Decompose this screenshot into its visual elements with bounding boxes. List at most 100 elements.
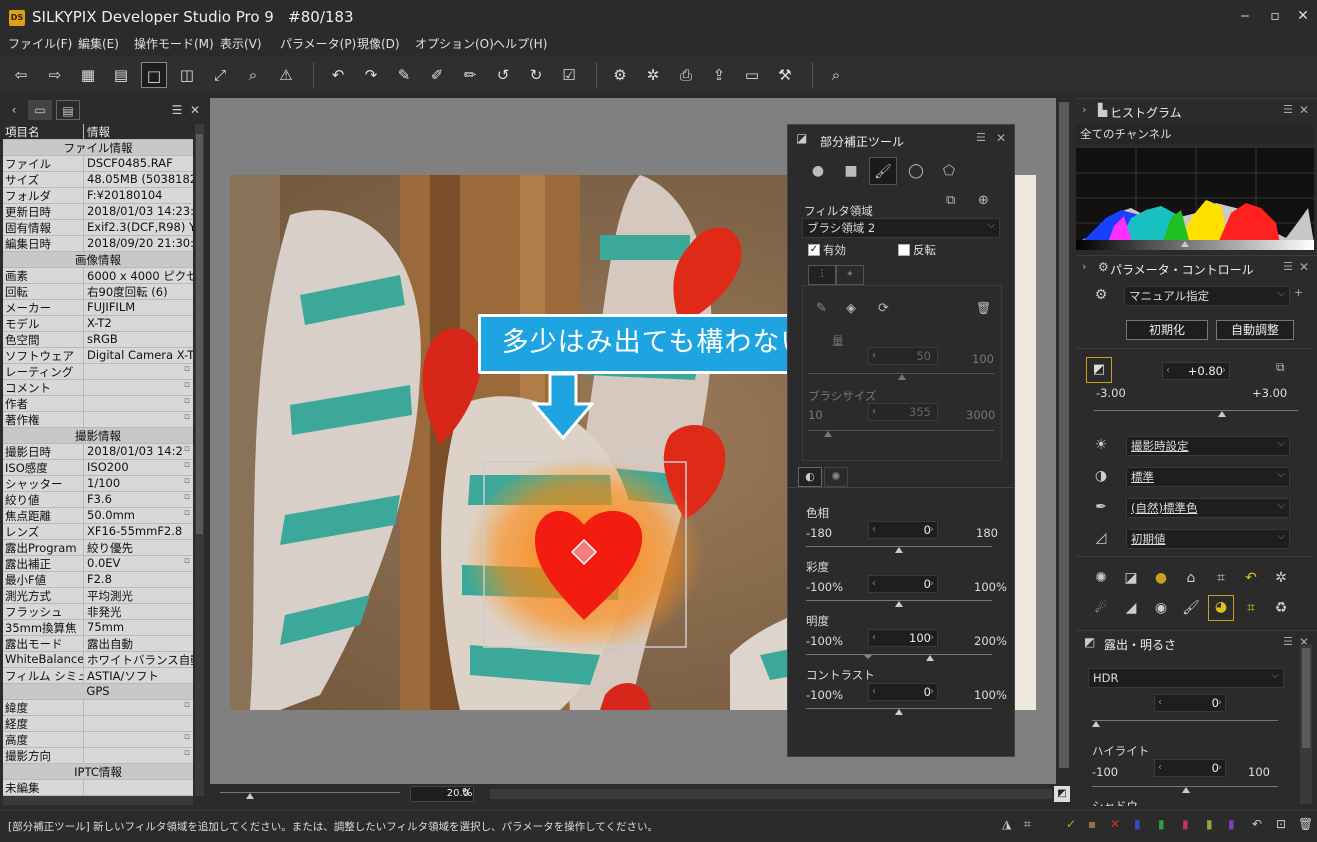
color-select[interactable]: (自然)標準色 xyxy=(1126,497,1290,518)
exposure-input[interactable]: ‹ +0.80 › xyxy=(1162,362,1230,380)
param-input[interactable]: ‹ 0 › xyxy=(868,521,938,539)
gradient-tool-icon[interactable]: ■ xyxy=(837,157,865,185)
menu-item[interactable]: パラメータ(P) xyxy=(280,35,356,52)
exposure-slider-knob[interactable] xyxy=(1218,411,1226,417)
tone-select[interactable]: 標準 xyxy=(1126,466,1290,487)
increment-icon[interactable]: › xyxy=(930,684,934,700)
menu-item[interactable]: 操作モード(M) xyxy=(134,35,214,52)
edit-field-icon[interactable]: ▫ xyxy=(184,396,190,406)
lock-icon[interactable]: ⊡ xyxy=(1276,817,1286,831)
list-view-icon[interactable]: ▤ xyxy=(108,62,134,88)
brightness-icon[interactable]: ✺ xyxy=(1090,567,1112,589)
partial-correction-icon[interactable]: ◕ xyxy=(1208,595,1234,621)
trash-icon[interactable]: 🗑 xyxy=(1298,817,1313,831)
exposure-slider-track[interactable] xyxy=(1094,410,1298,411)
param-input[interactable]: ‹ 0 › xyxy=(868,575,938,593)
info-row[interactable]: シャッター 1/100 ▫ xyxy=(3,476,193,492)
sharpness-select[interactable]: 初期値 xyxy=(1126,528,1290,549)
ellipse-tool-icon[interactable]: ◯ xyxy=(902,157,930,185)
info-row[interactable]: 更新日時 2018/01/03 14:23: xyxy=(3,204,193,220)
edit-field-icon[interactable]: ▫ xyxy=(184,492,190,502)
preview-hscrollbar[interactable] xyxy=(490,789,1052,799)
edit-field-icon[interactable]: ▫ xyxy=(184,444,190,454)
reset-params-icon[interactable]: ✏ xyxy=(457,62,483,88)
column-header-value[interactable]: 情報 xyxy=(84,124,193,139)
filter-area-select[interactable]: ブラシ領域 2 xyxy=(802,217,1000,238)
menu-item[interactable]: 現像(D) xyxy=(357,35,400,52)
info-row[interactable]: サイズ 48.05MB (5038182 xyxy=(3,172,193,188)
brush-icon[interactable]: 🖌 xyxy=(1180,597,1202,619)
panel-menu-icon[interactable]: ☰ xyxy=(1283,635,1293,648)
param-input[interactable]: ‹ 0 › xyxy=(868,683,938,701)
highlight-input[interactable]: ‹ 0 › xyxy=(1154,759,1226,777)
decrement-icon[interactable]: ‹ xyxy=(872,522,876,538)
compare-view-icon[interactable]: ◫ xyxy=(174,62,200,88)
collapse-arrow-icon[interactable]: ‹ xyxy=(2,100,26,120)
exposure-reset-icon[interactable]: ⧉ xyxy=(1276,360,1285,375)
brush-size-slider-knob[interactable] xyxy=(824,431,832,437)
info-row[interactable]: 焦点距離 50.0mm ▫ xyxy=(3,508,193,524)
info-row[interactable]: 高度 ▫ xyxy=(3,732,193,748)
info-row[interactable]: 露出Program 絞り優先 xyxy=(3,540,193,556)
crop-frame-icon[interactable]: ⌗ xyxy=(1210,567,1232,589)
menu-item[interactable]: ヘルプ(H) xyxy=(493,35,547,52)
dropper-icon[interactable]: ⌂ xyxy=(1180,567,1202,589)
highlight-slider-knob[interactable] xyxy=(1182,787,1190,793)
info-row[interactable]: ISO感度 ISO200 ▫ xyxy=(3,460,193,476)
rotate-right-icon[interactable]: ↻ xyxy=(523,62,549,88)
preview-view-icon[interactable]: □ xyxy=(141,62,167,88)
preview-vscroll-thumb[interactable] xyxy=(1059,102,1069,768)
slider-mode-tab-icon[interactable]: ⫶ xyxy=(808,265,836,285)
info-row[interactable]: レーティング ▫ xyxy=(3,364,193,380)
batch-develop-icon[interactable]: ✲ xyxy=(640,62,666,88)
redo-icon[interactable]: ↷ xyxy=(358,62,384,88)
info-row[interactable]: ソフトウェア Digital Camera X-T xyxy=(3,348,193,364)
maximize-button[interactable]: ▫ xyxy=(1265,6,1285,26)
info-row[interactable]: コメント ▫ xyxy=(3,380,193,396)
settings-gear-icon[interactable]: ✲ xyxy=(1270,567,1292,589)
edit-field-icon[interactable]: ▫ xyxy=(184,364,190,374)
section-header[interactable]: ファイル情報 xyxy=(3,140,193,156)
prev-image-icon[interactable]: ⇦ xyxy=(8,62,34,88)
crop-status-icon[interactable]: ⌗ xyxy=(1024,817,1031,832)
info-row[interactable]: 露出補正 0.0EV ▫ xyxy=(3,556,193,572)
info-tab-icon[interactable]: ▤ xyxy=(56,100,80,120)
edit-field-icon[interactable]: ▫ xyxy=(184,412,190,422)
info-row[interactable]: 撮影日時 2018/01/03 14:2 ▫ xyxy=(3,444,193,460)
info-row[interactable]: フィルム シミュレーASTIA/ソフト xyxy=(3,668,193,684)
info-row[interactable]: モデル X-T2 xyxy=(3,316,193,332)
panel-menu-icon[interactable]: ☰ xyxy=(1283,103,1293,116)
sharpness-icon[interactable]: ◿ xyxy=(1090,527,1112,549)
recycle-icon[interactable]: ♻ xyxy=(1270,597,1292,619)
increment-icon[interactable]: › xyxy=(930,522,934,538)
copy-filter-icon[interactable]: ⧉ xyxy=(946,193,955,208)
panel-close-icon[interactable]: ✕ xyxy=(1299,260,1309,274)
channel-select[interactable]: 全てのチャンネル xyxy=(1076,124,1314,144)
collapse-arrow-icon[interactable]: › xyxy=(1082,103,1086,116)
navigator-icon[interactable]: ◩ xyxy=(1054,786,1070,802)
section-header[interactable]: IPTC情報 xyxy=(3,764,193,780)
brush-size-input[interactable]: ‹ 355 xyxy=(868,403,938,421)
info-hscrollbar[interactable] xyxy=(3,796,193,805)
brush-tool-icon[interactable]: 🖌 xyxy=(869,157,897,185)
auto-adjust-button[interactable]: 自動調整 xyxy=(1216,320,1294,340)
hdr-select[interactable]: HDR xyxy=(1088,667,1284,688)
param-slider-knob[interactable] xyxy=(895,547,903,553)
amount-slider-knob[interactable] xyxy=(898,374,906,380)
section-header[interactable]: GPS xyxy=(3,684,193,700)
minimize-button[interactable]: ‒ xyxy=(1235,6,1255,26)
invert-checkbox[interactable] xyxy=(898,244,910,256)
panel-close-icon[interactable]: ✕ xyxy=(1299,103,1309,117)
hdr-input[interactable]: ‹ 0 › xyxy=(1154,694,1226,712)
lens-icon[interactable]: ◢ xyxy=(1120,597,1142,619)
add-filter-icon[interactable]: ⊕ xyxy=(978,193,989,208)
monitor-icon[interactable]: ▭ xyxy=(739,62,765,88)
info-row[interactable]: 回転 右90度回転 (6) xyxy=(3,284,193,300)
section-header[interactable]: 画像情報 xyxy=(3,252,193,268)
undo-icon[interactable]: ↶ xyxy=(325,62,351,88)
info-row[interactable]: ファイル DSCF0485.RAF xyxy=(3,156,193,172)
label-blue-icon[interactable]: ▮ xyxy=(1134,817,1141,831)
next-image-icon[interactable]: ⇨ xyxy=(42,62,68,88)
tone-icon[interactable]: ◑ xyxy=(1090,465,1112,487)
highlight-icon[interactable]: ● xyxy=(1150,567,1172,589)
